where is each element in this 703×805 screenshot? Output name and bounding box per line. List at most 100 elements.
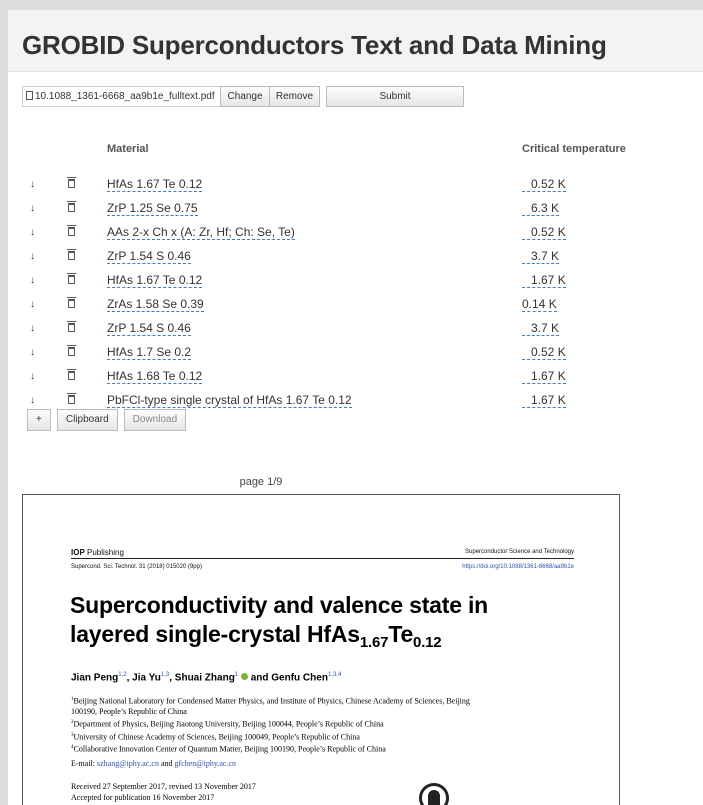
trash-icon[interactable]: [67, 297, 76, 308]
trash-icon[interactable]: [67, 273, 76, 284]
critical-temperature-value: 3.7 K: [531, 249, 560, 263]
material-cell[interactable]: HfAs 1.7 Se 0.2: [107, 345, 192, 360]
material-cell[interactable]: HfAs 1.67 Te 0.12: [107, 273, 203, 288]
clipboard-button[interactable]: Clipboard: [56, 409, 118, 431]
table-row: ↓ ZrP 1.54 S 0.46 3.7 K: [22, 245, 682, 269]
file-name-field[interactable]: 10.1088_1361-6668_aa9b1e_fulltext.pdf: [22, 86, 220, 107]
email-link[interactable]: gfchen@iphy.ac.cn: [175, 759, 237, 768]
publisher-rest: Publishing: [84, 548, 124, 557]
table-row: ↓ ZrAs 1.58 Se 0.39 0.14 K: [22, 293, 682, 317]
critical-temperature-value: 0.52 K: [531, 225, 566, 239]
add-button[interactable]: +: [27, 409, 51, 431]
trash-icon[interactable]: [67, 249, 76, 260]
critical-temperature-cell[interactable]: 0.52 K: [522, 177, 566, 192]
trash-icon[interactable]: [67, 225, 76, 236]
page-indicator: page 1/9: [239, 476, 283, 488]
arrow-down-icon[interactable]: ↓: [30, 395, 35, 406]
received-date: Received 27 September 2017, revised 13 N…: [71, 782, 256, 791]
arrow-down-icon[interactable]: ↓: [30, 179, 35, 190]
header: GROBID Superconductors Text and Data Min…: [8, 10, 703, 72]
material-cell[interactable]: PbFCl-type single crystal of HfAs 1.67 T…: [107, 393, 352, 408]
download-button[interactable]: Download: [123, 409, 187, 431]
table-row: ↓ HfAs 1.7 Se 0.2 0.52 K: [22, 341, 682, 365]
submit-button[interactable]: Submit: [326, 86, 464, 107]
paper-title: Superconductivity and valence state in l…: [70, 591, 488, 657]
affiliation-text: Beijing National Laboratory for Condense…: [71, 696, 470, 717]
trash-icon[interactable]: [67, 321, 76, 332]
critical-temperature-value: 1.67 K: [531, 273, 566, 287]
arrow-down-icon[interactable]: ↓: [30, 275, 35, 286]
arrow-down-icon[interactable]: ↓: [30, 251, 35, 262]
trash-icon[interactable]: [67, 393, 76, 404]
journal-name: Superconductor Science and Technology: [465, 549, 574, 555]
critical-temperature-value: 6.3 K: [531, 201, 560, 215]
trash-icon[interactable]: [67, 345, 76, 356]
affiliation: 4Collaborative Innovation Center of Quan…: [71, 743, 471, 755]
citation: Supercond. Sci. Technol. 31 (2018) 01502…: [71, 564, 202, 570]
change-button[interactable]: Change: [220, 86, 270, 107]
header-material: Material: [107, 143, 149, 155]
author-sup: 1,2: [118, 672, 127, 678]
title-part-a: layered single-crystal HfAs: [70, 621, 360, 647]
author-name: Jia Yu: [132, 672, 161, 684]
critical-temperature-cell[interactable]: 6.3 K: [522, 201, 560, 216]
material-cell[interactable]: HfAs 1.68 Te 0.12: [107, 369, 203, 384]
title-sub-2: 0.12: [413, 634, 442, 651]
critical-temperature-cell[interactable]: 1.67 K: [522, 273, 566, 288]
accepted-date: Accepted for publication 16 November 201…: [71, 792, 215, 802]
critical-temperature-cell[interactable]: 3.7 K: [522, 321, 560, 336]
table-row: ↓ HfAs 1.68 Te 0.12 1.67 K: [22, 365, 682, 389]
arrow-down-icon[interactable]: ↓: [30, 347, 35, 358]
unicode-glyph-icon: [522, 371, 530, 381]
trash-icon[interactable]: [67, 201, 76, 212]
doi-link[interactable]: https://doi.org/10.1088/1361-6668/aa9b1e: [462, 564, 574, 570]
author-sup: 1,3: [160, 672, 170, 678]
critical-temperature-cell[interactable]: 1.67 K: [522, 393, 566, 408]
affiliation-text: Department of Physics, Beijing Jiaotong …: [73, 719, 384, 729]
article-dates: Received 27 September 2017, revised 13 N…: [71, 782, 256, 803]
title-sub-1: 1.67: [359, 634, 389, 651]
file-name-text: 10.1088_1361-6668_aa9b1e_fulltext.pdf: [35, 91, 215, 102]
arrow-down-icon[interactable]: ↓: [30, 371, 35, 382]
critical-temperature-value: 1.67 K: [531, 369, 566, 383]
critical-temperature-cell[interactable]: 0.52 K: [522, 225, 566, 240]
material-cell[interactable]: HfAs 1.67 Te 0.12: [107, 177, 203, 192]
critical-temperature-value: 1.67 K: [531, 393, 566, 407]
critical-temperature-value: 3.7 K: [531, 321, 560, 335]
pdf-viewer[interactable]: IOP Publishing Superconductor Science an…: [22, 494, 620, 805]
open-access-icon: [419, 783, 449, 805]
arrow-down-icon[interactable]: ↓: [30, 203, 35, 214]
orcid-icon[interactable]: [240, 673, 248, 681]
email-and: and: [158, 759, 175, 768]
remove-button[interactable]: Remove: [270, 86, 320, 107]
material-cell[interactable]: AAs 2-x Ch x (A: Zr, Hf; Ch: Se, Te): [107, 225, 295, 240]
author-and: and: [247, 672, 272, 684]
arrow-down-icon[interactable]: ↓: [30, 299, 35, 310]
arrow-down-icon[interactable]: ↓: [30, 323, 35, 334]
material-cell[interactable]: ZrAs 1.58 Se 0.39: [107, 297, 204, 312]
material-cell[interactable]: ZrP 1.54 S 0.46: [107, 321, 191, 336]
material-cell[interactable]: ZrP 1.54 S 0.46: [107, 249, 191, 264]
unicode-glyph-icon: [522, 203, 530, 213]
unicode-glyph-icon: [522, 275, 530, 285]
email-link[interactable]: szhang@iphy.ac.cn: [97, 759, 159, 768]
critical-temperature-cell[interactable]: 1.67 K: [522, 369, 566, 384]
table-row: ↓ ZrP 1.25 Se 0.75 6.3 K: [22, 197, 682, 221]
arrow-down-icon[interactable]: ↓: [30, 227, 35, 238]
paper-title-line2: layered single-crystal HfAs1.67Te0.12: [70, 620, 488, 657]
table-actions: + Clipboard Download: [27, 409, 187, 431]
file-upload-group: 10.1088_1361-6668_aa9b1e_fulltext.pdf Ch…: [22, 86, 464, 107]
header-critical-temperature: Critical temperature: [522, 143, 626, 155]
trash-icon[interactable]: [67, 177, 76, 188]
critical-temperature-cell[interactable]: 3.7 K: [522, 249, 560, 264]
critical-temperature-value: 0.52 K: [531, 345, 566, 359]
affiliation: 2Department of Physics, Beijing Jiaotong…: [71, 718, 471, 730]
affiliations: 1Beijing National Laboratory for Condens…: [71, 695, 471, 756]
table-row: ↓ AAs 2-x Ch x (A: Zr, Hf; Ch: Se, Te) 0.5…: [22, 221, 682, 245]
author-list: Jian Peng1,2, Jia Yu1,3, Shuai Zhang1 an…: [71, 672, 342, 684]
publisher-bold: IOP: [71, 548, 85, 557]
trash-icon[interactable]: [67, 369, 76, 380]
material-cell[interactable]: ZrP 1.25 Se 0.75: [107, 201, 198, 216]
critical-temperature-cell[interactable]: 0.14 K: [522, 297, 557, 312]
critical-temperature-cell[interactable]: 0.52 K: [522, 345, 566, 360]
